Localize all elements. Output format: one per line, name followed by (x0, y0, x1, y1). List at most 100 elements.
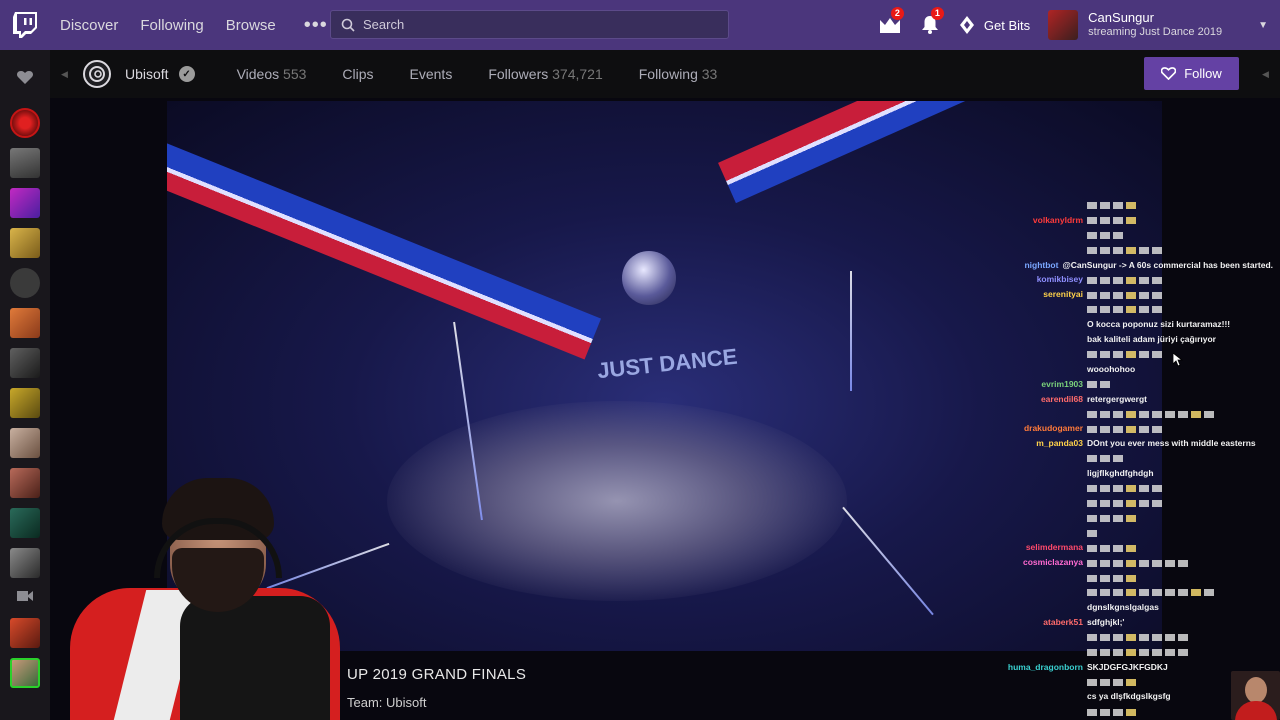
chat-emote-icon (1178, 589, 1188, 597)
chat-username[interactable]: serenityai (953, 287, 1087, 302)
chat-username[interactable] (953, 466, 1087, 481)
chevron-right-icon[interactable]: ◀ (1262, 69, 1269, 80)
chat-username[interactable] (953, 406, 1087, 421)
chat-username[interactable] (953, 675, 1087, 690)
prime-loot-button[interactable]: 2 (870, 0, 910, 50)
chat-emote-icon (1100, 351, 1110, 359)
tab-following[interactable]: Following 33 (639, 66, 718, 82)
nav-following-link[interactable]: Following (140, 17, 203, 34)
channel-avatar[interactable] (10, 308, 40, 338)
channel-avatar[interactable] (10, 108, 40, 138)
chat-username[interactable] (953, 481, 1087, 496)
chat-emote-icon (1113, 246, 1123, 254)
channel-name[interactable]: Ubisoft (125, 66, 169, 82)
channel-avatar[interactable] (10, 468, 40, 498)
chat-emote-icon (1152, 291, 1162, 299)
chat-username[interactable] (953, 332, 1087, 347)
chat-username[interactable]: cosmiclazanya (953, 555, 1087, 570)
chat-username[interactable] (953, 630, 1087, 645)
chat-username[interactable]: selimdermana (953, 540, 1087, 555)
chat-emote-icon (1087, 485, 1097, 493)
nav-browse-link[interactable]: Browse (226, 17, 276, 34)
channel-avatar[interactable] (10, 388, 40, 418)
chat-emote-icon (1100, 276, 1110, 284)
chat-username[interactable] (953, 704, 1087, 719)
chat-message (953, 198, 1273, 213)
chat-username[interactable] (953, 511, 1087, 526)
channel-avatar[interactable] (10, 508, 40, 538)
heart-icon[interactable] (17, 70, 33, 84)
ubisoft-logo-icon[interactable] (83, 60, 111, 88)
channel-avatar[interactable] (10, 428, 40, 458)
chat-username[interactable] (953, 451, 1087, 466)
chat-username[interactable] (953, 243, 1087, 258)
chat-emote-icon (1126, 574, 1136, 582)
chat-username[interactable]: komikbisey (953, 272, 1087, 287)
chat-emote-icon (1100, 306, 1110, 314)
chat-username[interactable] (953, 496, 1087, 511)
video-player[interactable]: JUST DANCE UP 2019 GRAND FINALS Team: Ub… (50, 98, 1280, 720)
notifications-button[interactable]: 1 (910, 0, 950, 50)
channel-avatar[interactable] (10, 548, 40, 578)
chat-username[interactable] (953, 600, 1087, 615)
chat-username[interactable] (953, 198, 1087, 213)
chat-emote-icon (1126, 559, 1136, 567)
channel-avatar[interactable] (10, 228, 40, 258)
chat-message (953, 451, 1273, 466)
search-input[interactable]: Search (330, 10, 729, 39)
chat-emote-icon (1139, 291, 1149, 299)
channel-avatar[interactable] (10, 148, 40, 178)
chat-emote-icon (1126, 500, 1136, 508)
chat-emote-icon (1139, 246, 1149, 254)
tab-clips[interactable]: Clips (342, 66, 373, 82)
twitch-logo-icon[interactable] (0, 0, 50, 50)
more-options-icon[interactable]: ••• (304, 14, 328, 37)
video-camera-icon[interactable] (17, 590, 33, 602)
chat-emote-icon (1126, 678, 1136, 686)
channel-avatar[interactable] (10, 188, 40, 218)
chat-username[interactable]: nightbot (953, 258, 1062, 273)
chat-username[interactable] (953, 228, 1087, 243)
chat-username[interactable]: m_panda03 (953, 436, 1087, 451)
user-menu[interactable]: CanSungur streaming Just Dance 2019 ▼ (1048, 10, 1268, 40)
channel-avatar[interactable] (10, 658, 40, 688)
chat-message: cs ya dlşfkdgslkgsfg (953, 689, 1273, 704)
chat-username[interactable] (953, 645, 1087, 660)
chat-username[interactable] (953, 570, 1087, 585)
chat-text: bak kaliteli adam jüriyi çağırıyor (1087, 334, 1216, 345)
chat-username[interactable]: evrim1903 (953, 377, 1087, 392)
chat-username[interactable] (953, 585, 1087, 600)
channel-avatar[interactable] (10, 618, 40, 648)
chat-username[interactable] (953, 302, 1087, 317)
tab-events[interactable]: Events (410, 66, 453, 82)
channel-avatar[interactable] (10, 268, 40, 298)
chat-username[interactable] (953, 689, 1087, 704)
chat-text (1087, 540, 1139, 555)
chat-username[interactable] (953, 362, 1087, 377)
chevron-left-icon[interactable]: ◀ (61, 69, 68, 80)
chat-username[interactable]: drakudogamer (953, 421, 1087, 436)
chat-message: evrim1903 (953, 377, 1273, 392)
chat-username[interactable] (953, 347, 1087, 362)
chat-username[interactable]: ataberk51 (953, 615, 1087, 630)
chevron-down-icon[interactable]: ▼ (1258, 20, 1268, 31)
chat-username[interactable] (953, 317, 1087, 332)
chat-emote-icon (1165, 410, 1175, 418)
channel-avatar[interactable] (10, 348, 40, 378)
chat-username[interactable]: huma_dragonborn (953, 660, 1087, 675)
search-placeholder: Search (363, 17, 405, 32)
chat-username[interactable]: volkanyldrm (953, 213, 1087, 228)
nav-discover-link[interactable]: Discover (60, 17, 118, 34)
chat-username[interactable] (953, 526, 1087, 541)
chat-message (953, 526, 1273, 541)
chat-message (953, 228, 1273, 243)
follow-button[interactable]: Follow (1144, 57, 1239, 90)
chat-text: dgnslkgnslgalgas (1087, 602, 1159, 613)
mouse-cursor-icon (1173, 353, 1183, 367)
get-bits-button[interactable]: Get Bits (959, 16, 1030, 34)
chat-emote-icon (1087, 529, 1097, 537)
tab-videos[interactable]: Videos 553 (237, 66, 307, 82)
chat-emote-icon (1087, 306, 1097, 314)
chat-username[interactable]: earendil68 (953, 392, 1087, 407)
tab-followers[interactable]: Followers 374,721 (488, 66, 602, 82)
